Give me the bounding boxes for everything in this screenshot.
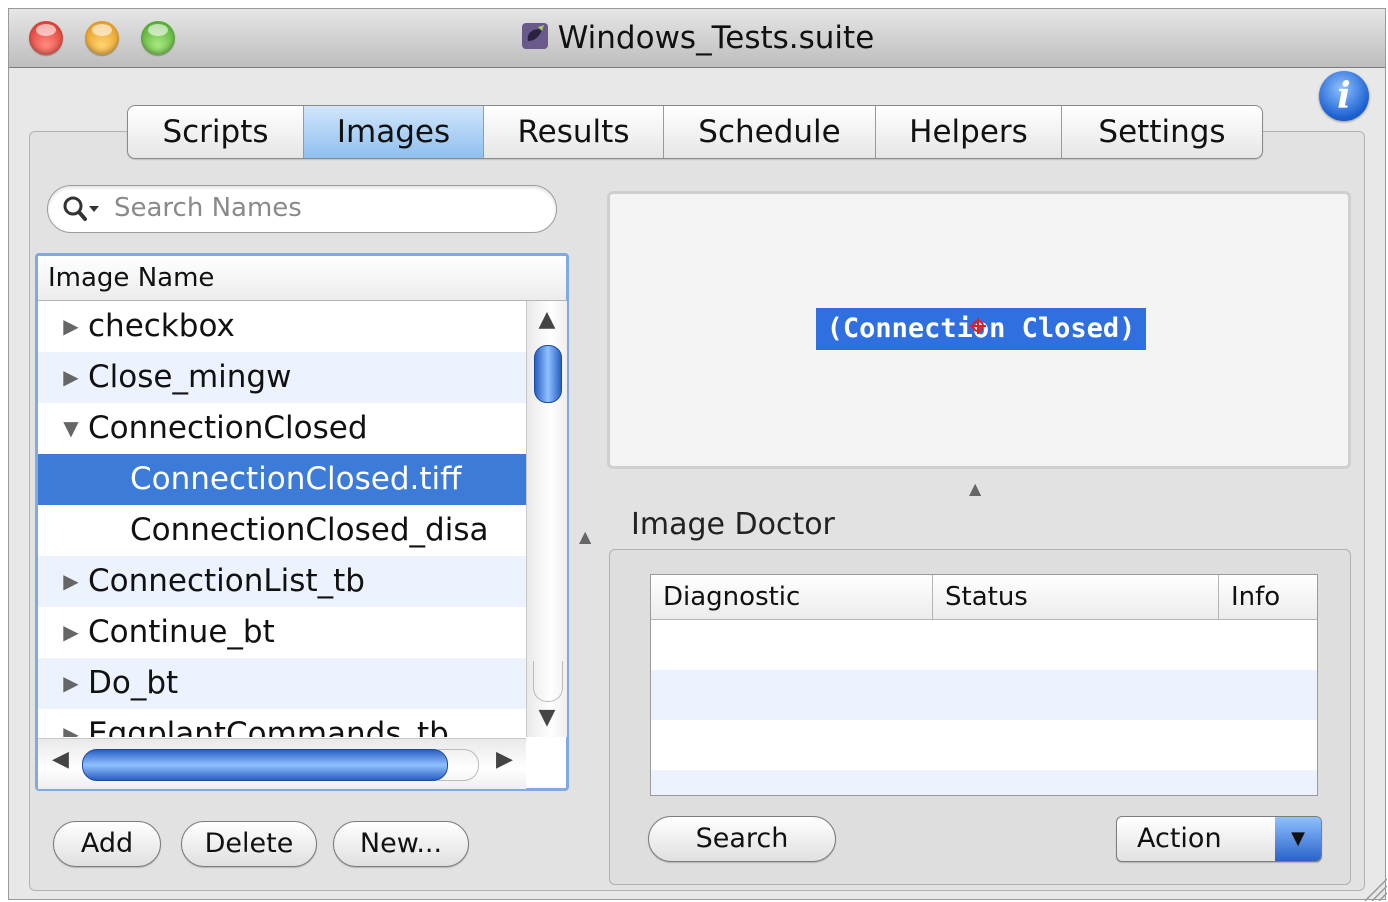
horizontal-scrollbar[interactable]: ◀ ▶ — [38, 738, 526, 789]
list-item-label: Continue_bt — [88, 614, 275, 650]
tab-schedule[interactable]: Schedule — [664, 106, 876, 158]
image-list-rows: ▶ checkbox ▶ Close_mingw ▼ ConnectionClosed… — [38, 301, 526, 737]
add-button[interactable]: Add — [53, 821, 161, 867]
image-doctor-title: Image Doctor — [631, 507, 835, 542]
list-item-connection-closed[interactable]: ▼ ConnectionClosed — [38, 403, 526, 454]
search-input[interactable] — [114, 190, 544, 226]
chevron-down-icon[interactable]: ▼ — [1275, 817, 1321, 861]
image-name-column-header[interactable]: Image Name — [48, 263, 214, 293]
horizontal-scroll-track-end — [438, 749, 479, 781]
list-item-connection-closed-disa[interactable]: ConnectionClosed_disa — [38, 505, 526, 556]
search-button[interactable]: Search — [648, 816, 836, 862]
status-column-header[interactable]: Status — [933, 575, 1219, 619]
scroll-right-arrow-icon[interactable]: ▶ — [496, 747, 513, 772]
list-item-label: Close_mingw — [88, 359, 292, 395]
action-popup-button[interactable]: Action ▼ — [1116, 816, 1322, 862]
list-item-connection-closed-tiff[interactable]: ConnectionClosed.tiff — [38, 454, 526, 505]
list-item-label: EggplantCommands_tb — [88, 716, 449, 737]
window: Windows_Tests.suite i Scripts Images Res… — [8, 8, 1387, 901]
title-bar[interactable]: Windows_Tests.suite — [9, 9, 1385, 68]
disclosure-triangle-expanded-icon[interactable]: ▼ — [58, 403, 84, 454]
new-button[interactable]: New... — [333, 821, 469, 867]
split-view-handle-icon[interactable]: ▲ — [579, 527, 591, 546]
split-view-handle-icon[interactable]: ▲ — [969, 479, 981, 498]
image-list-header[interactable]: Image Name — [38, 256, 566, 301]
scroll-left-arrow-icon[interactable]: ◀ — [52, 747, 69, 772]
list-item-close-mingw[interactable]: ▶ Close_mingw — [38, 352, 526, 403]
diagnostics-table[interactable]: Diagnostic Status Info — [650, 574, 1318, 796]
image-list: Image Name ▶ checkbox ▶ Close_mingw ▼ Conne… — [35, 253, 569, 791]
table-row[interactable] — [651, 720, 1317, 770]
vertical-scrollbar[interactable]: ▲ ▼ — [526, 301, 567, 737]
diagnostic-column-header[interactable]: Diagnostic — [651, 575, 933, 619]
info-icon: i — [1337, 75, 1351, 117]
horizontal-scroll-thumb[interactable] — [82, 749, 448, 781]
hotspot-crosshair-icon[interactable] — [970, 318, 986, 334]
list-item-label: ConnectionClosed_disa — [130, 512, 489, 548]
search-icon[interactable] — [62, 194, 102, 224]
tab-scripts[interactable]: Scripts — [128, 106, 304, 158]
list-item-connection-list-tb[interactable]: ▶ ConnectionList_tb — [38, 556, 526, 607]
scroll-up-arrow-icon[interactable]: ▲ — [527, 307, 567, 332]
table-row[interactable] — [651, 670, 1317, 720]
window-title-text: Windows_Tests.suite — [557, 20, 875, 56]
table-row[interactable] — [651, 770, 1317, 795]
disclosure-triangle-icon[interactable]: ▶ — [58, 607, 84, 658]
info-column-header[interactable]: Info — [1219, 575, 1317, 619]
list-item-checkbox[interactable]: ▶ checkbox — [38, 301, 526, 352]
tab-results[interactable]: Results — [484, 106, 664, 158]
list-item-label: ConnectionList_tb — [88, 563, 365, 599]
action-popup-label: Action — [1137, 823, 1222, 854]
disclosure-triangle-icon[interactable]: ▶ — [58, 658, 84, 709]
disclosure-triangle-icon[interactable]: ▶ — [58, 352, 84, 403]
list-item-label: Do_bt — [88, 665, 179, 701]
delete-button[interactable]: Delete — [181, 821, 317, 867]
window-title: Windows_Tests.suite — [9, 21, 1385, 55]
tab-helpers[interactable]: Helpers — [876, 106, 1062, 158]
list-item-do-bt[interactable]: ▶ Do_bt — [38, 658, 526, 709]
vertical-scroll-thumb[interactable] — [534, 345, 562, 403]
list-item-label: ConnectionClosed.tiff — [130, 461, 462, 497]
disclosure-triangle-icon[interactable]: ▶ — [58, 301, 84, 352]
table-row[interactable] — [651, 620, 1317, 670]
list-item-label: ConnectionClosed — [88, 410, 368, 446]
info-button[interactable]: i — [1319, 71, 1369, 121]
diagnostics-table-header: Diagnostic Status Info — [651, 575, 1317, 620]
resize-grip-icon[interactable] — [1361, 875, 1387, 901]
image-preview[interactable]: (Connection Closed) — [607, 191, 1351, 469]
disclosure-triangle-icon[interactable]: ▶ — [58, 709, 84, 737]
list-item-continue-bt[interactable]: ▶ Continue_bt — [38, 607, 526, 658]
scroll-down-arrow-icon[interactable]: ▼ — [527, 705, 567, 730]
tab-images[interactable]: Images — [304, 106, 484, 158]
list-item-eggplant-commands-tb[interactable]: ▶ EggplantCommands_tb — [38, 709, 526, 737]
disclosure-triangle-icon[interactable]: ▶ — [58, 556, 84, 607]
image-doctor-panel: Diagnostic Status Info Search Action ▼ — [609, 549, 1351, 885]
tab-settings[interactable]: Settings — [1062, 106, 1262, 158]
list-item-label: checkbox — [88, 308, 235, 344]
eggplant-suite-icon — [521, 23, 548, 49]
vertical-scroll-track-end — [533, 661, 563, 702]
search-field[interactable] — [47, 185, 557, 233]
tab-bar: Scripts Images Results Schedule Helpers … — [127, 105, 1263, 159]
